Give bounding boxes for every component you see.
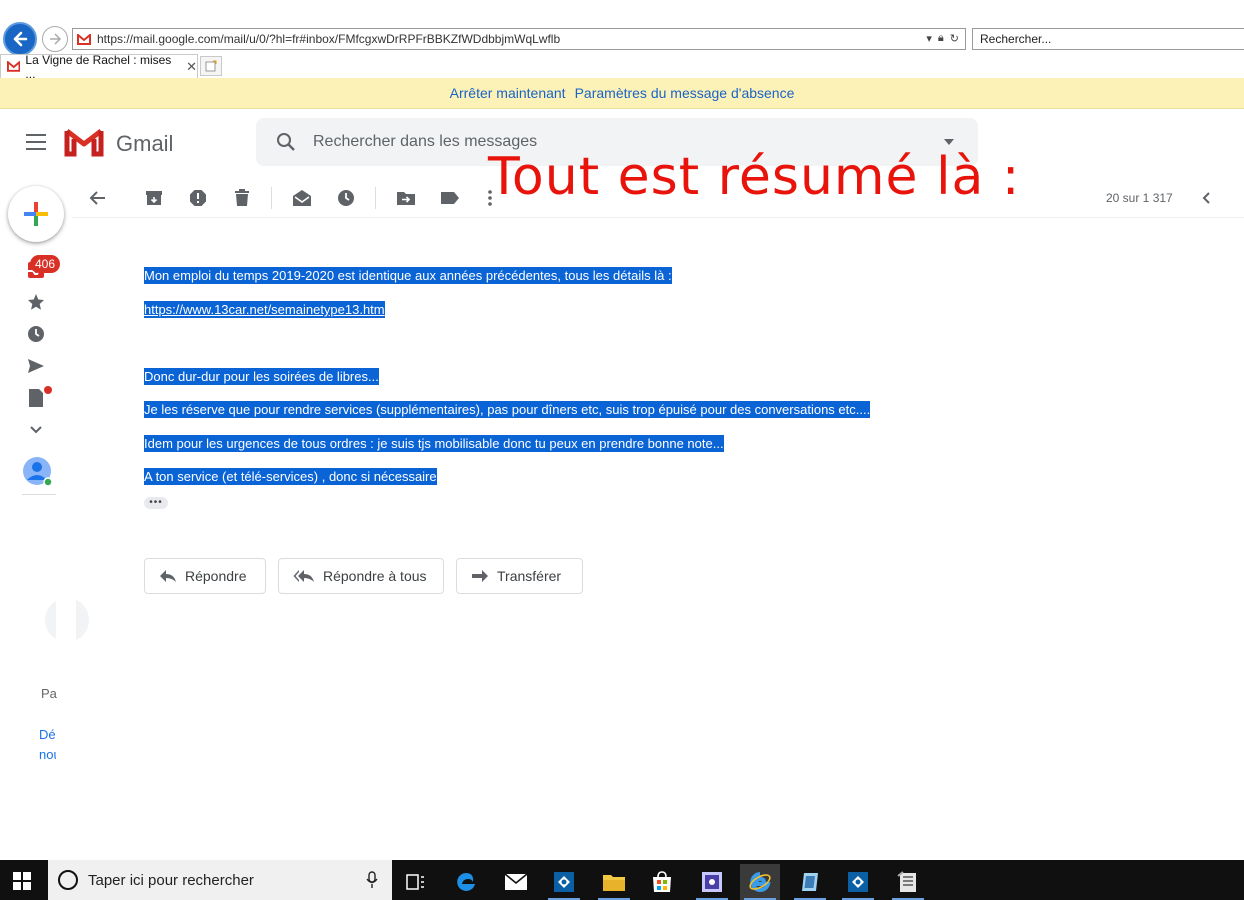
move-to-icon[interactable] [396,188,416,208]
arrow-right-icon [50,33,62,45]
search-options-icon[interactable] [944,139,954,145]
plus-icon [24,202,48,226]
message-line: Donc dur-dur pour les soirées de libres.… [144,368,379,385]
message-line: Idem pour les urgences de tous ordres : … [144,435,724,452]
back-to-inbox-icon[interactable] [88,188,108,208]
gmail-favicon-icon [7,61,21,72]
toolbar-separator [375,187,376,209]
reply-icon [160,570,176,582]
vacation-settings-link[interactable]: Paramètres du message d'absence [575,85,795,101]
user-avatar-icon [23,457,52,486]
windows-taskbar: Taper ici pour rechercher [0,860,1244,900]
starred-icon[interactable] [24,290,48,314]
sent-icon[interactable] [24,354,48,378]
rail-divider [22,494,56,495]
task-view-icon[interactable] [396,864,436,900]
hamburger-menu-icon[interactable] [26,134,46,150]
dropdown-icon[interactable]: ▾ [926,32,932,45]
rail-text-pa: Pa [41,686,57,701]
app-icon[interactable] [692,864,732,900]
close-icon[interactable]: ✕ [186,59,197,75]
store-icon[interactable] [642,864,682,900]
chevron-down-icon[interactable] [24,418,48,442]
gmail-favicon-icon [77,33,91,45]
label-icon[interactable] [440,188,460,208]
new-tab-button[interactable] [200,56,222,76]
cortana-icon [58,870,78,890]
message-toolbar: 20 sur 1 317 [72,178,1244,218]
reply-button[interactable]: Répondre [144,558,266,594]
message-line: Je les réserve que pour rendre services … [144,401,871,418]
windows-start-icon[interactable] [12,871,32,891]
show-trimmed-content-button[interactable]: ••• [144,497,168,509]
more-options-icon[interactable] [480,188,500,208]
chevron-left-icon[interactable] [1196,188,1216,208]
reply-label: Répondre [185,568,247,584]
refresh-icon[interactable]: ↻ [950,32,959,45]
new-tab-icon [205,60,217,72]
internet-explorer-icon[interactable] [740,864,780,900]
browser-forward-button[interactable] [42,26,68,52]
browser-back-button[interactable] [3,22,37,56]
forward-label: Transférer [497,568,562,584]
archive-icon[interactable] [144,188,164,208]
app-icon[interactable] [790,864,830,900]
forward-button[interactable]: Transférer [456,558,583,594]
report-spam-icon[interactable] [188,188,208,208]
search-icon[interactable] [276,132,296,152]
snoozed-icon[interactable] [24,322,48,346]
compose-button[interactable] [8,186,64,242]
app-icon[interactable] [888,864,928,900]
app-icon[interactable] [544,864,584,900]
rail-link-line-2: nou [39,747,56,762]
app-icon[interactable] [838,864,878,900]
address-bar[interactable]: https://mail.google.com/mail/u/0/?hl=fr#… [72,28,966,50]
reply-all-button[interactable]: Répondre à tous [278,558,444,594]
file-explorer-icon[interactable] [594,864,634,900]
rail-link-line-1: Dé [39,727,56,742]
rail-text-link[interactable]: Dé nou [39,725,56,765]
mail-icon[interactable] [496,864,536,900]
forward-icon [472,570,488,582]
message-line: A ton service (et télé-services) , donc … [144,468,437,485]
snooze-icon[interactable] [336,188,356,208]
pager-count: 20 sur 1 317 [1106,191,1173,205]
address-url: https://mail.google.com/mail/u/0/?hl=fr#… [97,32,561,46]
inbox-count-badge: 406 [30,255,61,273]
microphone-icon[interactable] [366,871,378,889]
reply-all-label: Répondre à tous [323,568,427,584]
tab-title: La Vigne de Rachel : mises ... [25,52,172,81]
lock-icon[interactable]: 🔒︎ [938,32,944,45]
arrow-left-icon [13,31,28,47]
avatar[interactable] [22,456,52,486]
browser-tab[interactable]: La Vigne de Rachel : mises ... ✕ [0,52,198,81]
rail-clip [56,520,76,780]
reply-all-icon [293,570,314,582]
gmail-logo-icon [64,129,104,157]
delete-icon[interactable] [232,188,252,208]
stop-vacation-link[interactable]: Arrêter maintenant [450,85,566,101]
message-line: Mon emploi du temps 2019-2020 est identi… [144,267,672,284]
edge-icon[interactable] [446,864,486,900]
taskbar-search-input[interactable]: Taper ici pour rechercher [48,860,392,900]
taskbar-search-placeholder: Taper ici pour rechercher [88,871,254,889]
browser-toolbar: https://mail.google.com/mail/u/0/?hl=fr#… [0,0,1244,81]
browser-search-input[interactable]: Rechercher... [972,28,1244,50]
message-link[interactable]: https://www.13car.net/semainetype13.htm [144,301,385,318]
mark-unread-icon[interactable] [292,188,312,208]
vacation-banner: Arrêter maintenant Paramètres du message… [0,78,1244,109]
toolbar-separator [271,187,272,209]
drafts-indicator [44,386,52,394]
gmail-wordmark: Gmail [116,131,174,156]
